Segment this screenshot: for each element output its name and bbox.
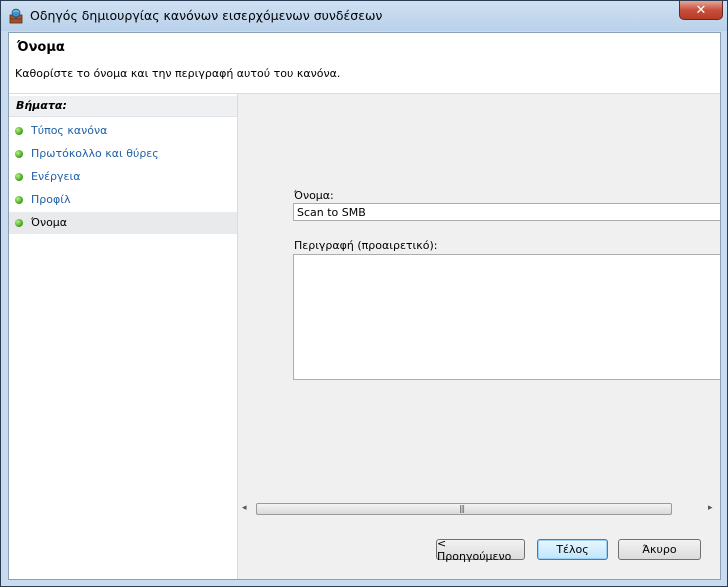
- content-pane: Όνομα: Scan to SMB Περιγραφή (προαιρετικ…: [238, 94, 720, 579]
- name-input[interactable]: Scan to SMB: [293, 203, 720, 221]
- window-title: Οδηγός δημιουργίας κανόνων εισερχόμενων …: [30, 8, 383, 23]
- title-bar[interactable]: Οδηγός δημιουργίας κανόνων εισερχόμενων …: [1, 1, 727, 31]
- page-subtitle: Καθορίστε το όνομα και την περιγραφή αυτ…: [15, 67, 341, 80]
- wizard-window: Οδηγός δημιουργίας κανόνων εισερχόμενων …: [0, 0, 728, 587]
- step-label: Ενέργεια: [31, 170, 81, 183]
- firewall-app-icon: [9, 8, 23, 24]
- steps-pane: Βήματα: Τύπος κανόνα Πρωτόκολλο και θύρε…: [9, 94, 238, 579]
- step-bullet-icon: [15, 150, 23, 158]
- page-title: Όνομα: [17, 40, 65, 55]
- step-label: Τύπος κανόνα: [31, 124, 108, 137]
- step-name[interactable]: Όνομα: [9, 212, 237, 234]
- step-profile[interactable]: Προφίλ: [9, 189, 237, 211]
- scroll-left-arrow-icon[interactable]: ◂: [242, 503, 252, 515]
- step-rule-type[interactable]: Τύπος κανόνα: [9, 120, 237, 142]
- name-label: Όνομα:: [294, 189, 334, 202]
- page-header: Όνομα Καθορίστε το όνομα και την περιγρα…: [9, 33, 720, 94]
- step-action[interactable]: Ενέργεια: [9, 166, 237, 188]
- finish-button[interactable]: Τέλος: [537, 539, 608, 560]
- step-bullet-icon: [15, 173, 23, 181]
- step-protocol-ports[interactable]: Πρωτόκολλο και θύρες: [9, 143, 237, 165]
- scroll-right-arrow-icon[interactable]: ▸: [708, 503, 718, 515]
- step-label: Προφίλ: [31, 193, 71, 206]
- step-bullet-icon: [15, 219, 23, 227]
- description-label: Περιγραφή (προαιρετικό):: [294, 239, 438, 252]
- horizontal-scrollbar[interactable]: ◂ ||| ▸: [238, 501, 720, 518]
- wizard-client-area: Όνομα Καθορίστε το όνομα και την περιγρα…: [8, 32, 721, 580]
- back-button[interactable]: < Προηγούμενο: [436, 537, 525, 563]
- close-icon: ✕: [695, 2, 707, 18]
- step-bullet-icon: [15, 127, 23, 135]
- close-button[interactable]: ✕: [679, 1, 723, 20]
- step-label: Πρωτόκολλο και θύρες: [31, 147, 159, 160]
- grip-icon: |||: [459, 504, 465, 513]
- step-label: Όνομα: [31, 216, 68, 229]
- cancel-button[interactable]: Άκυρο: [618, 539, 701, 560]
- steps-heading: Βήματα:: [16, 99, 67, 112]
- steps-header: Βήματα:: [9, 96, 237, 117]
- scrollbar-thumb[interactable]: |||: [256, 503, 672, 515]
- description-input[interactable]: [293, 254, 720, 380]
- step-bullet-icon: [15, 196, 23, 204]
